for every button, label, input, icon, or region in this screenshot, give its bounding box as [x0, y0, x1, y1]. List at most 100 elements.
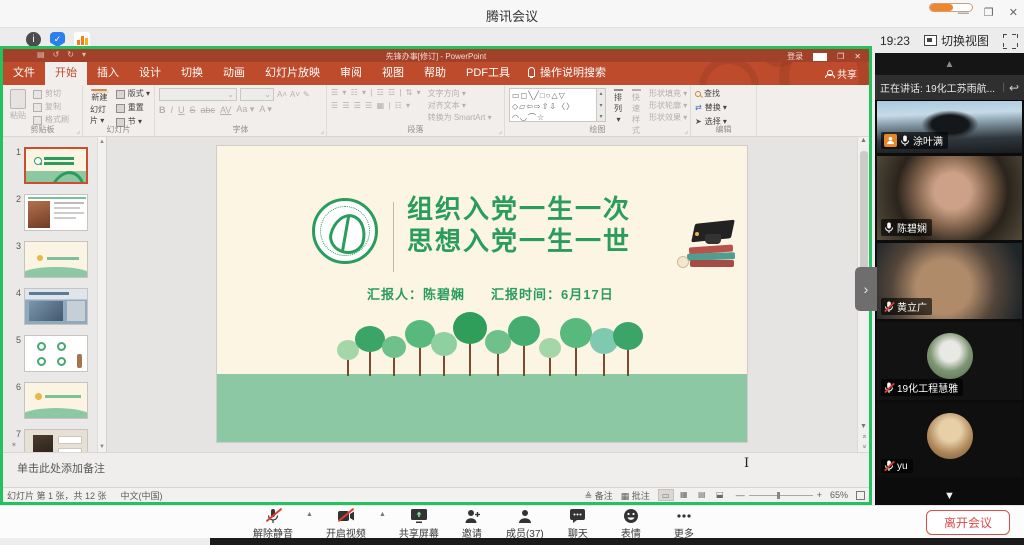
- underline-button[interactable]: U: [178, 105, 185, 115]
- unmute-button[interactable]: 解除静音: [253, 507, 293, 540]
- bullet-list-buttons[interactable]: ☰ ▾ ☷ ▾ | ☲ ☲ | ⇅ ▾: [331, 88, 422, 97]
- previous-slide-button[interactable]: «: [860, 435, 867, 439]
- new-slide-button[interactable]: 新建幻灯片 ▾: [87, 88, 112, 125]
- maximize-button[interactable]: ❐: [984, 7, 994, 19]
- meeting-info-icon[interactable]: i: [26, 32, 41, 47]
- reply-arrow-icon[interactable]: ↩: [1009, 81, 1019, 95]
- fullscreen-icon[interactable]: [1003, 34, 1016, 47]
- slide-thumbnail[interactable]: 4: [9, 288, 106, 325]
- slide-subtitle[interactable]: 汇报人：陈碧娴 汇报时间：6月17日: [367, 284, 747, 303]
- tab-animations[interactable]: 动画: [213, 62, 255, 85]
- slide-thumbnail[interactable]: 2: [9, 194, 106, 231]
- char-spacing-button[interactable]: AV: [220, 105, 231, 115]
- video-options-caret[interactable]: ▲: [379, 511, 386, 518]
- tab-pdf-tools[interactable]: PDF工具: [456, 62, 520, 85]
- tab-design[interactable]: 设计: [129, 62, 171, 85]
- close-button[interactable]: ✕: [1009, 7, 1018, 19]
- start-video-button[interactable]: 开启视频: [326, 507, 366, 540]
- ppt-maximize-button[interactable]: ❐: [837, 52, 844, 61]
- paragraph-dialog-launcher[interactable]: ⌟: [499, 127, 502, 135]
- slide-thumbnail[interactable]: 1: [9, 147, 106, 184]
- shape-fill-button[interactable]: 形状填充 ▾: [649, 88, 687, 99]
- tab-transitions[interactable]: 切换: [171, 62, 213, 85]
- normal-view-button[interactable]: ▭: [658, 489, 674, 501]
- layout-button[interactable]: 版式 ▾: [116, 88, 150, 100]
- network-signal-icon[interactable]: [74, 32, 90, 47]
- chat-button[interactable]: 聊天: [558, 507, 598, 540]
- notes-pane[interactable]: 单击此处添加备注 I: [3, 452, 869, 487]
- tab-file[interactable]: 文件: [3, 62, 45, 85]
- sidebar-scroll-down[interactable]: ▼: [875, 490, 1024, 502]
- align-text-button[interactable]: 对齐文本 ▾: [428, 100, 492, 111]
- italic-button[interactable]: I: [171, 105, 174, 115]
- members-button[interactable]: 成员(37): [505, 507, 545, 540]
- shape-effects-button[interactable]: 形状效果 ▾: [649, 112, 687, 123]
- participant-video[interactable]: 涂叶满: [877, 101, 1022, 153]
- thumbnail-scrollbar[interactable]: ▲▼: [97, 137, 106, 452]
- mic-options-caret[interactable]: ▲: [306, 511, 313, 518]
- paste-button[interactable]: 粘贴: [7, 88, 29, 125]
- scroll-down-icon[interactable]: ▼: [860, 423, 867, 430]
- font-size-select[interactable]: ⌄: [240, 88, 274, 101]
- bold-button[interactable]: B: [159, 105, 166, 115]
- tab-insert[interactable]: 插入: [87, 62, 129, 85]
- drawing-dialog-launcher[interactable]: ⌟: [685, 127, 688, 135]
- sidebar-collapse-handle[interactable]: ›: [855, 267, 877, 311]
- smartart-button[interactable]: 转换为 SmartArt ▾: [428, 112, 492, 123]
- replace-button[interactable]: ⇄替换 ▾: [695, 102, 752, 114]
- tab-home[interactable]: 开始: [45, 62, 87, 85]
- tab-slideshow[interactable]: 幻灯片放映: [255, 62, 330, 85]
- clear-format-button[interactable]: ✎: [303, 90, 310, 99]
- reading-view-button[interactable]: ▤: [694, 489, 710, 501]
- invite-button[interactable]: 邀请: [452, 507, 492, 540]
- sorter-view-button[interactable]: ▦: [676, 489, 692, 501]
- tab-view[interactable]: 视图: [372, 62, 414, 85]
- shapes-gallery-scroll[interactable]: ▴▾▾: [597, 88, 606, 122]
- slide-title[interactable]: 组织入党一生一次 思想入党一生一世: [407, 194, 631, 258]
- shape-outline-button[interactable]: 形状轮廓 ▾: [649, 100, 687, 111]
- strikethrough-button[interactable]: S: [190, 105, 196, 115]
- fit-slide-button[interactable]: [856, 491, 865, 500]
- reset-button[interactable]: 重置: [116, 102, 150, 114]
- ppt-share-button[interactable]: 共享: [825, 66, 857, 81]
- arrange-button[interactable]: 排列▾: [611, 88, 626, 125]
- change-case-button[interactable]: Aa ▾: [236, 104, 254, 115]
- ppt-close-button[interactable]: ✕: [854, 52, 861, 61]
- text-direction-button[interactable]: 文字方向 ▾: [428, 88, 492, 99]
- shapes-gallery[interactable]: ▭◻╲╱□○△▽ ◇▱⇦⇨⇧⇩〈〉 ◠◡⌒☆: [509, 88, 597, 122]
- participant-video[interactable]: 陈碧娴: [877, 156, 1022, 240]
- switch-view-button[interactable]: 切换视图: [924, 32, 989, 49]
- copy-button[interactable]: 复制: [33, 101, 69, 113]
- cut-button[interactable]: 剪切: [33, 88, 69, 100]
- text-shadow-button[interactable]: abc: [201, 105, 216, 115]
- participant-video[interactable]: 19化工程慧雅: [877, 322, 1022, 400]
- font-color-button[interactable]: A ▾: [259, 104, 272, 115]
- zoom-slider[interactable]: [749, 495, 813, 496]
- notes-toggle[interactable]: ≜ 备注: [585, 489, 613, 502]
- emoji-button[interactable]: 表情: [611, 507, 651, 540]
- meeting-protect-shield-icon[interactable]: ✓: [50, 32, 65, 47]
- slideshow-view-button[interactable]: ⬓: [712, 489, 728, 501]
- align-buttons[interactable]: ☰ ☰ ☰ ☰ ▦ | ☷ ▾: [331, 101, 422, 110]
- scroll-up-icon[interactable]: ▲: [860, 137, 867, 144]
- tab-help[interactable]: 帮助: [414, 62, 456, 85]
- quick-styles-button[interactable]: 快速样式: [629, 88, 644, 125]
- slide-thumbnail[interactable]: 5: [9, 335, 106, 372]
- find-button[interactable]: 查找: [695, 88, 752, 100]
- participant-video[interactable]: 黄立广: [877, 243, 1022, 319]
- zoom-out-button[interactable]: —: [736, 490, 745, 500]
- zoom-level[interactable]: 65%: [830, 490, 848, 500]
- font-name-select[interactable]: ⌄: [159, 88, 237, 101]
- minimize-button[interactable]: —: [958, 7, 969, 19]
- sidebar-collapse-up[interactable]: ▲: [875, 53, 1024, 75]
- share-screen-button[interactable]: 共享屏幕: [399, 507, 439, 540]
- shrink-font-button[interactable]: A˅: [290, 90, 300, 99]
- ppt-minimize-button[interactable]: [813, 53, 827, 61]
- font-dialog-launcher[interactable]: ⌟: [321, 127, 324, 135]
- scrollbar-thumb[interactable]: [860, 151, 868, 271]
- comments-toggle[interactable]: ▦ 批注: [621, 489, 650, 502]
- clipboard-dialog-launcher[interactable]: ⌟: [77, 127, 80, 135]
- participant-video[interactable]: yu: [877, 403, 1022, 477]
- tab-review[interactable]: 审阅: [330, 62, 372, 85]
- current-slide[interactable]: 组织入党一生一次 思想入党一生一世 汇报人：陈碧娴 汇报时间：6月17日: [217, 146, 747, 442]
